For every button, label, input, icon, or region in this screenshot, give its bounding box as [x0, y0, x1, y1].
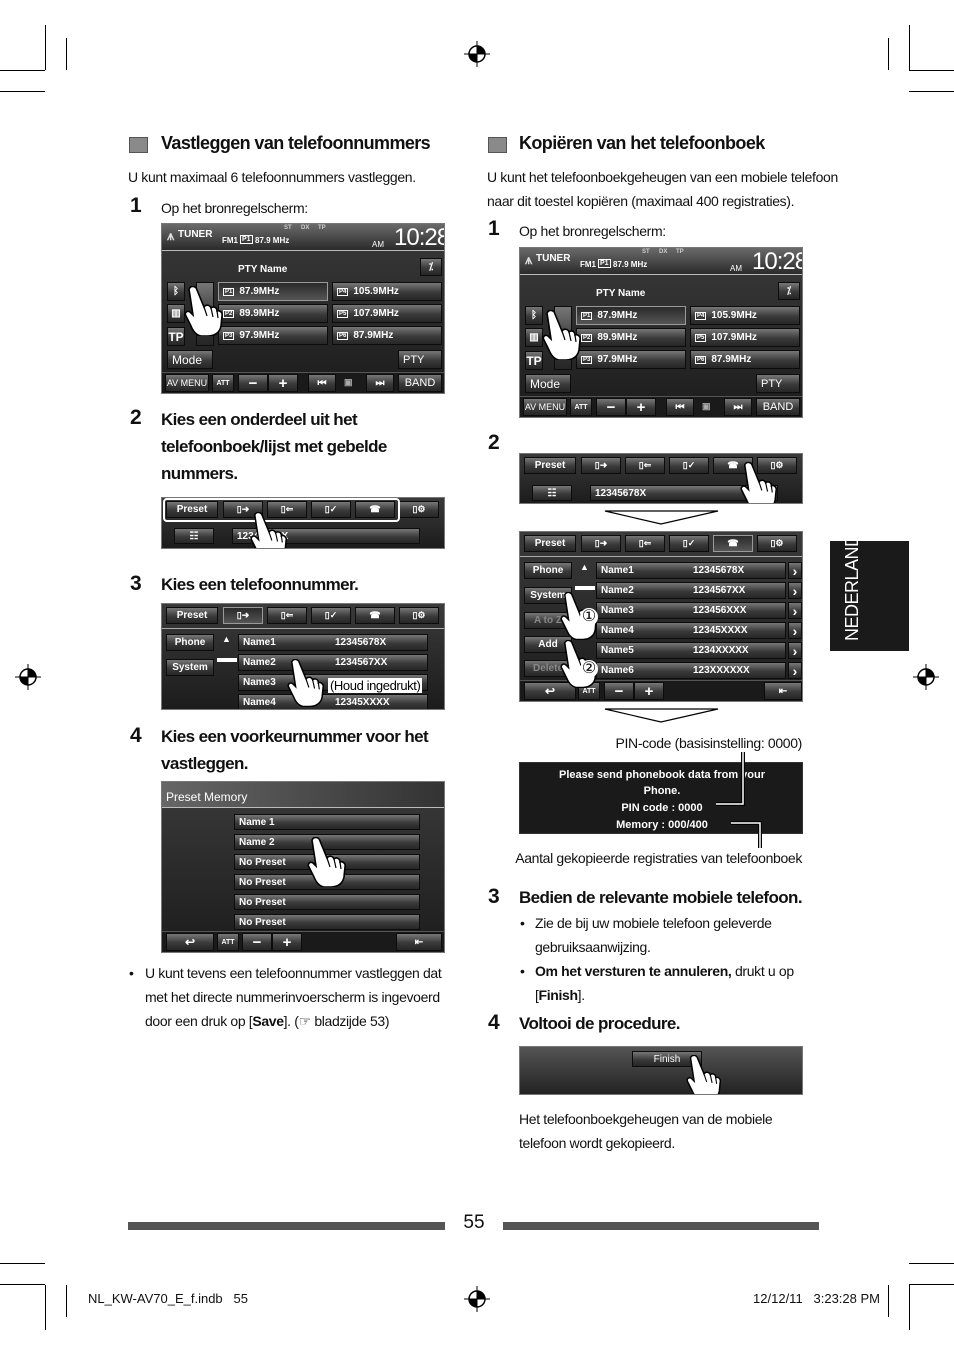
memory-leader-line [731, 821, 762, 848]
down-arrow-icon [604, 510, 719, 525]
down-arrow-icon [604, 708, 719, 723]
pin-leader-line [716, 752, 745, 806]
annotation-overlay [604, 510, 762, 848]
